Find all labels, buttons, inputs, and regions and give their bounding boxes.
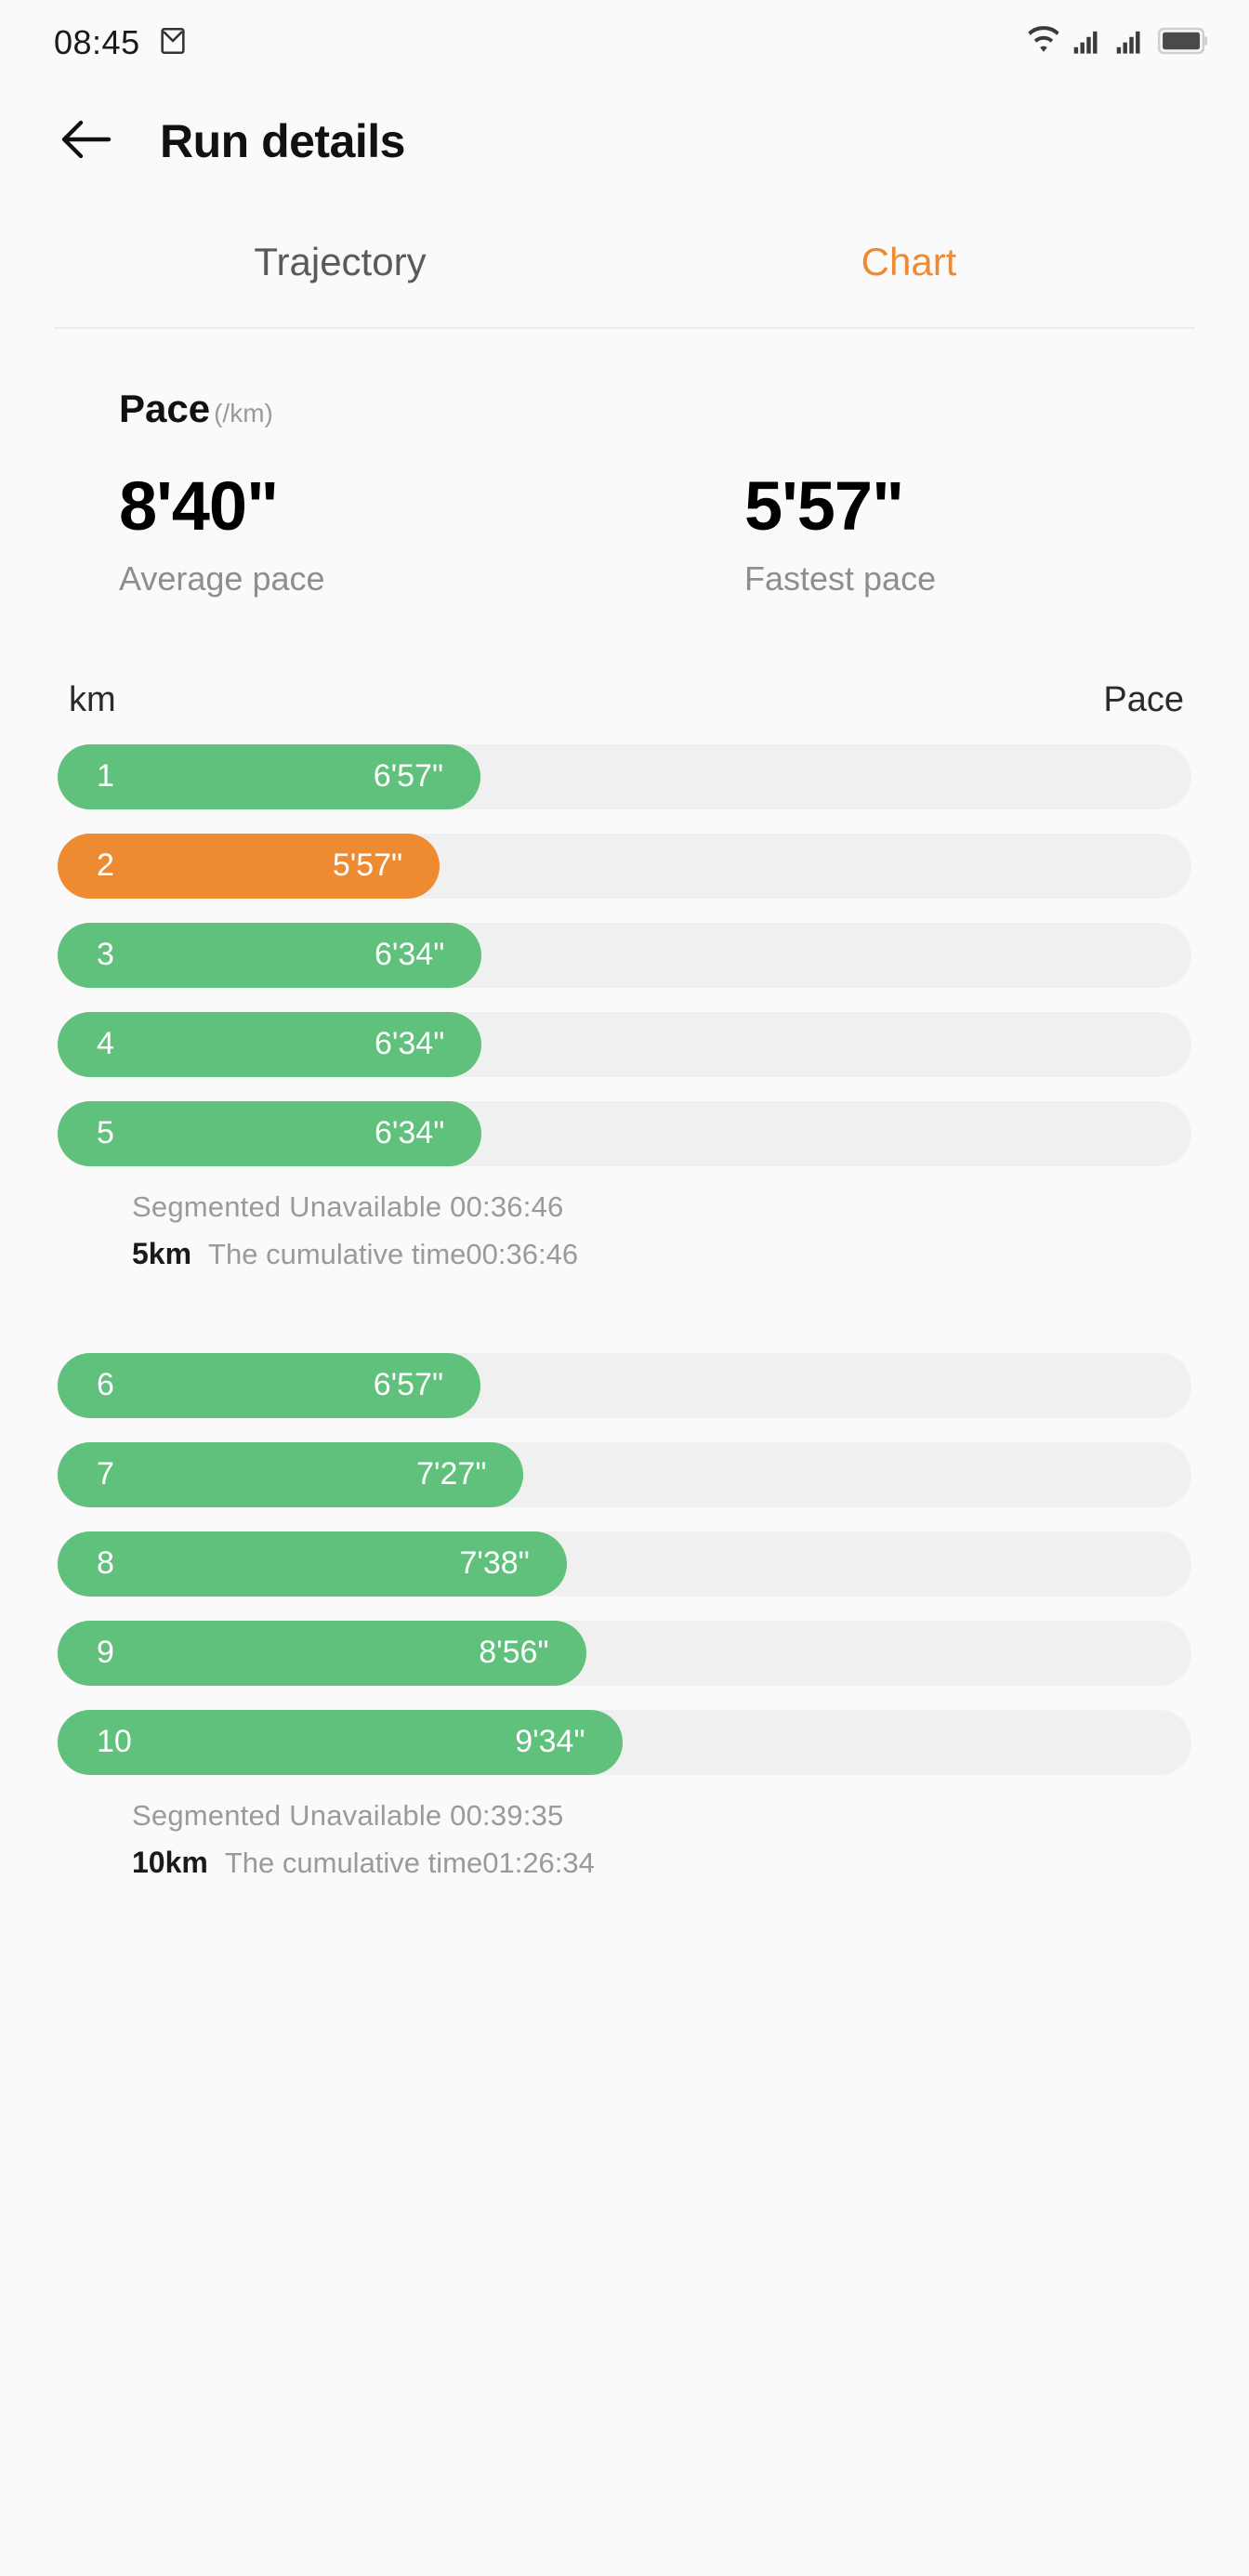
- status-time: 08:45: [54, 23, 140, 61]
- segment-distance-label: 5km: [132, 1236, 192, 1270]
- row-pace-label: 7'38": [459, 1545, 530, 1582]
- pace-bar: 6 6'57": [58, 1352, 481, 1418]
- table-row[interactable]: 9 8'56": [58, 1620, 1191, 1686]
- row-km-label: 10: [97, 1724, 132, 1760]
- pace-section: Pace (/km) 8'40" Average pace 5'57" Fast…: [0, 329, 1249, 598]
- status-bar-right: [1026, 25, 1208, 60]
- row-pace-label: 9'34": [515, 1724, 585, 1760]
- row-pace-label: 7'27": [416, 1456, 487, 1492]
- row-km-label: 8: [97, 1545, 114, 1582]
- signal-icon: [1072, 27, 1104, 59]
- pace-bar: 5 6'34": [58, 1100, 482, 1166]
- pace-unit: (/km): [214, 399, 273, 427]
- segment-summary: Segmented Unavailable 00:39:35 10km The cu…: [58, 1775, 1191, 1880]
- splits-segment: 6 6'57" 7 7'27" 8 7'38" 9 8'56" 10 9'34" Segmented…: [58, 1352, 1191, 1880]
- pace-bar-fastest: 2 5'57": [58, 833, 440, 899]
- pace-bar: 1 6'57": [58, 743, 481, 809]
- segment-distance-label: 10km: [132, 1845, 208, 1879]
- table-row[interactable]: 1 6'57": [58, 743, 1191, 809]
- row-pace-label: 6'57": [373, 758, 444, 795]
- table-row[interactable]: 7 7'27": [58, 1441, 1191, 1507]
- row-km-label: 9: [97, 1635, 114, 1671]
- fastest-pace-value: 5'57": [744, 467, 904, 545]
- stat-average-pace: 8'40" Average pace: [0, 470, 624, 598]
- column-header-pace: Pace: [1103, 679, 1184, 719]
- row-km-label: 1: [97, 758, 114, 795]
- row-pace-label: 6'34": [374, 1026, 445, 1062]
- row-km-label: 7: [97, 1456, 114, 1492]
- splits-table: km Pace 1 6'57" 2 5'57" 3 6'34" 4 6'34" 5 6'34" Se…: [0, 598, 1249, 1880]
- row-pace-label: 6'34": [374, 1115, 445, 1151]
- pace-bar: 3 6'34": [58, 922, 482, 988]
- splits-column-headers: km Pace: [58, 680, 1191, 720]
- column-header-km: km: [69, 679, 116, 719]
- mail-icon: [157, 25, 189, 61]
- table-row[interactable]: 8 7'38": [58, 1531, 1191, 1597]
- pace-bar: 9 8'56": [58, 1620, 586, 1686]
- segment-unavailable-text: Segmented Unavailable 00:36:46: [132, 1189, 564, 1223]
- pace-bar: 4 6'34": [58, 1011, 482, 1077]
- tab-trajectory[interactable]: Trajectory: [56, 240, 624, 284]
- table-row[interactable]: 5 6'34": [58, 1100, 1191, 1166]
- table-row[interactable]: 4 6'34": [58, 1011, 1191, 1077]
- back-button[interactable]: [58, 112, 115, 170]
- signal-icon: [1115, 27, 1147, 59]
- row-km-label: 6: [97, 1367, 114, 1403]
- row-km-label: 4: [97, 1026, 114, 1062]
- segment-cumulative-text: The cumulative time00:36:46: [208, 1237, 579, 1270]
- fastest-pace-label: Fastest pace: [744, 559, 937, 598]
- row-km-label: 5: [97, 1115, 114, 1151]
- row-km-label: 3: [97, 937, 114, 973]
- pace-bar: 8 7'38": [58, 1531, 567, 1597]
- row-km-label: 2: [97, 848, 114, 884]
- pace-heading: Pace (/km): [0, 387, 1249, 431]
- segment-cumulative-text: The cumulative time01:26:34: [224, 1846, 595, 1879]
- tab-chart[interactable]: Chart: [624, 240, 1193, 284]
- table-row[interactable]: 2 5'57": [58, 833, 1191, 899]
- splits-segments: 1 6'57" 2 5'57" 3 6'34" 4 6'34" 5 6'34" Segmented …: [58, 743, 1191, 1880]
- back-arrow-icon: [60, 119, 112, 164]
- segment-gap: [58, 1271, 1191, 1329]
- stat-fastest-pace: 5'57" Fastest pace: [624, 470, 1249, 598]
- battery-icon: [1158, 27, 1208, 59]
- pace-bar: 10 9'34": [58, 1709, 623, 1775]
- status-bar: 08:45: [0, 0, 1249, 85]
- segment-summary: Segmented Unavailable 00:36:46 5km The cum…: [58, 1166, 1191, 1271]
- wifi-icon: [1026, 25, 1061, 60]
- pace-bar: 7 7'27": [58, 1441, 524, 1507]
- average-pace-value: 8'40": [119, 467, 279, 545]
- segment-cumulative-row: 5km The cumulative time00:36:46: [132, 1237, 1191, 1271]
- pace-title: Pace: [119, 387, 211, 430]
- splits-segment: 1 6'57" 2 5'57" 3 6'34" 4 6'34" 5 6'34" Segmented …: [58, 743, 1191, 1329]
- pace-stats: 8'40" Average pace 5'57" Fastest pace: [0, 431, 1249, 598]
- row-pace-label: 8'56": [479, 1635, 549, 1671]
- tab-bar: Trajectory Chart: [0, 197, 1249, 327]
- table-row[interactable]: 6 6'57": [58, 1352, 1191, 1418]
- segment-unavailable-text: Segmented Unavailable 00:39:35: [132, 1798, 564, 1832]
- table-row[interactable]: 10 9'34": [58, 1709, 1191, 1775]
- table-row[interactable]: 3 6'34": [58, 922, 1191, 988]
- page-header: Run details: [0, 85, 1249, 197]
- average-pace-label: Average pace: [119, 559, 325, 598]
- row-pace-label: 6'34": [374, 937, 445, 973]
- page-title: Run details: [160, 115, 405, 167]
- status-bar-left: 08:45: [54, 23, 189, 62]
- segment-cumulative-row: 10km The cumulative time01:26:34: [132, 1846, 1191, 1880]
- row-pace-label: 6'57": [373, 1367, 444, 1403]
- row-pace-label: 5'57": [332, 848, 403, 884]
